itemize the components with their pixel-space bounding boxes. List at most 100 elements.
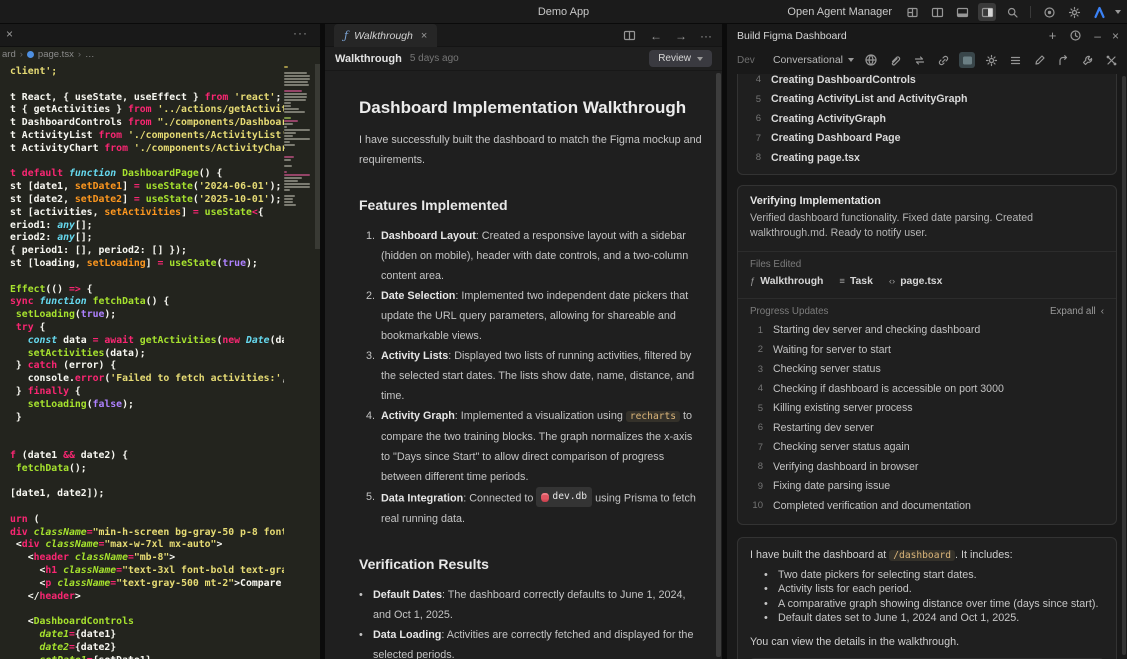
wrench-icon[interactable] bbox=[1079, 52, 1095, 68]
message-pre: I have built the dashboard at bbox=[750, 549, 889, 561]
feature-title: Data Integration bbox=[381, 493, 463, 505]
panel-right-icon[interactable] bbox=[978, 3, 996, 21]
agent-scrollbar[interactable] bbox=[1122, 76, 1126, 655]
split-view-icon[interactable] bbox=[621, 28, 637, 44]
doc-content[interactable]: Dashboard Implementation Walkthrough I h… bbox=[325, 72, 722, 659]
code-area[interactable]: client'; t React, { useState, useEffect … bbox=[0, 64, 284, 659]
search-icon[interactable] bbox=[1003, 3, 1021, 21]
file-chip-task[interactable]: ≡Task bbox=[839, 276, 872, 287]
progress-row[interactable]: 1Starting dev server and checking dashbo… bbox=[750, 321, 1104, 341]
minimap-line bbox=[284, 102, 291, 104]
link-icon[interactable] bbox=[935, 52, 951, 68]
tab-close-icon[interactable]: × bbox=[421, 30, 427, 42]
minimap-line bbox=[284, 111, 305, 113]
code-line: Effect(() => { bbox=[10, 284, 284, 297]
agent-toolbar: Dev Conversational bbox=[727, 47, 1127, 73]
expand-all-button[interactable]: Expand all ‹ bbox=[1050, 306, 1104, 317]
more-actions-icon[interactable]: ··· bbox=[700, 29, 712, 43]
repeat-icon[interactable] bbox=[911, 52, 927, 68]
edit-pen-icon[interactable] bbox=[1031, 52, 1047, 68]
doc-title: Walkthrough bbox=[335, 53, 402, 65]
breadcrumb-file[interactable]: page.tsx bbox=[38, 49, 74, 60]
minimap-line bbox=[284, 201, 293, 203]
feature-item: 2.Date Selection: Implemented two indepe… bbox=[359, 286, 704, 346]
editor-more-actions-icon[interactable]: ··· bbox=[293, 26, 308, 40]
breadcrumb-folder[interactable]: ard bbox=[2, 49, 16, 60]
review-button[interactable]: Review bbox=[649, 50, 712, 67]
progress-row[interactable]: 2Waiting for server to start bbox=[750, 340, 1104, 360]
feature-title: Activity Graph bbox=[381, 410, 455, 422]
history-clock-icon[interactable] bbox=[1067, 28, 1083, 44]
step-text: Creating DashboardControls bbox=[771, 74, 916, 86]
browser-icon[interactable] bbox=[1040, 3, 1058, 21]
minimap-line bbox=[284, 108, 299, 110]
minimize-icon[interactable]: – bbox=[1094, 29, 1101, 43]
message-post: . It includes: bbox=[955, 549, 1013, 561]
settings-gear-icon[interactable] bbox=[1065, 3, 1083, 21]
minimap-line bbox=[284, 90, 302, 92]
doc-scrollbar[interactable] bbox=[716, 73, 721, 657]
bullet-marker: • bbox=[764, 582, 778, 597]
customize-layout-icon[interactable] bbox=[903, 3, 921, 21]
progress-number: 7 bbox=[750, 442, 763, 453]
progress-row[interactable]: 7Checking server status again bbox=[750, 438, 1104, 458]
settings-gear-icon[interactable] bbox=[983, 52, 999, 68]
globe-icon[interactable] bbox=[863, 52, 879, 68]
attachment-icon[interactable] bbox=[887, 52, 903, 68]
list-icon[interactable] bbox=[1007, 52, 1023, 68]
step-row[interactable]: 8Creating page.tsx bbox=[748, 148, 1106, 168]
minimap-line bbox=[284, 171, 287, 173]
walkthrough-file-icon: ƒ bbox=[344, 29, 348, 42]
list-text: Activity Graph: Implemented a visualizat… bbox=[381, 406, 704, 487]
minimap-line bbox=[284, 180, 298, 182]
progress-row[interactable]: 6Restarting dev server bbox=[750, 418, 1104, 438]
breadcrumb-separator: › bbox=[78, 49, 81, 60]
progress-row[interactable]: 8Verifying dashboard in browser bbox=[750, 457, 1104, 477]
new-thread-icon[interactable]: + bbox=[1049, 28, 1057, 43]
list-number: 3. bbox=[359, 346, 375, 406]
back-icon[interactable]: ← bbox=[650, 29, 662, 43]
minimap[interactable] bbox=[284, 66, 314, 207]
progress-number: 2 bbox=[750, 344, 763, 355]
tab-walkthrough[interactable]: ƒ Walkthrough × bbox=[334, 24, 437, 47]
progress-row[interactable]: 9Fixing date parsing issue bbox=[750, 477, 1104, 497]
code-line: [date1, date2]); bbox=[10, 488, 284, 501]
minimap-line bbox=[284, 78, 310, 80]
doc-age: 5 days ago bbox=[410, 53, 459, 64]
step-row[interactable]: 5Creating ActivityList and ActivityGraph bbox=[748, 90, 1106, 110]
open-agent-manager-button[interactable]: Open Agent Manager bbox=[787, 6, 892, 18]
agent-content[interactable]: 4Creating DashboardControls5Creating Act… bbox=[727, 74, 1127, 659]
branch-icon[interactable] bbox=[1055, 52, 1071, 68]
db-file-chip[interactable]: dev.db bbox=[536, 487, 592, 507]
progress-row[interactable]: 4Checking if dashboard is accessible on … bbox=[750, 379, 1104, 399]
env-label[interactable]: Dev bbox=[737, 55, 755, 66]
step-row[interactable]: 4Creating DashboardControls bbox=[748, 74, 1106, 90]
file-chip-walkthrough[interactable]: ƒWalkthrough bbox=[750, 276, 823, 287]
progress-row[interactable]: 5Killing existing server process bbox=[750, 399, 1104, 419]
agent-thread-title: Build Figma Dashboard bbox=[737, 30, 847, 42]
forward-icon[interactable]: → bbox=[675, 29, 687, 43]
progress-text: Killing existing server process bbox=[773, 402, 913, 414]
step-row[interactable]: 6Creating ActivityGraph bbox=[748, 109, 1106, 129]
chevron-down-icon[interactable] bbox=[1115, 10, 1121, 14]
agent-logo-icon[interactable] bbox=[1090, 3, 1108, 21]
split-editor-icon[interactable] bbox=[928, 3, 946, 21]
mode-selector[interactable]: Conversational bbox=[773, 54, 854, 66]
tab-label: Walkthrough bbox=[354, 30, 413, 42]
progress-row[interactable]: 3Checking server status bbox=[750, 360, 1104, 380]
editor-scrollbar[interactable] bbox=[315, 64, 320, 249]
file-chip-pagetsx[interactable]: ‹›page.tsx bbox=[889, 276, 942, 287]
terminal-square-icon[interactable] bbox=[959, 52, 975, 68]
list-text: Dashboard Layout: Created a responsive l… bbox=[381, 226, 704, 286]
panel-bottom-icon[interactable] bbox=[953, 3, 971, 21]
tab-close-icon[interactable]: × bbox=[6, 27, 13, 41]
progress-row[interactable]: 10Completed verification and documentati… bbox=[750, 496, 1104, 516]
breadcrumb-symbol[interactable]: … bbox=[85, 49, 95, 60]
breadcrumb[interactable]: ard › page.tsx › … bbox=[0, 47, 320, 62]
split-close-icon[interactable] bbox=[1103, 52, 1119, 68]
verification-list: •Default Dates: The dashboard correctly … bbox=[359, 585, 704, 659]
code-line bbox=[10, 424, 284, 437]
step-row[interactable]: 7Creating Dashboard Page bbox=[748, 129, 1106, 149]
close-icon[interactable]: × bbox=[1112, 29, 1119, 43]
code-line bbox=[10, 79, 284, 92]
